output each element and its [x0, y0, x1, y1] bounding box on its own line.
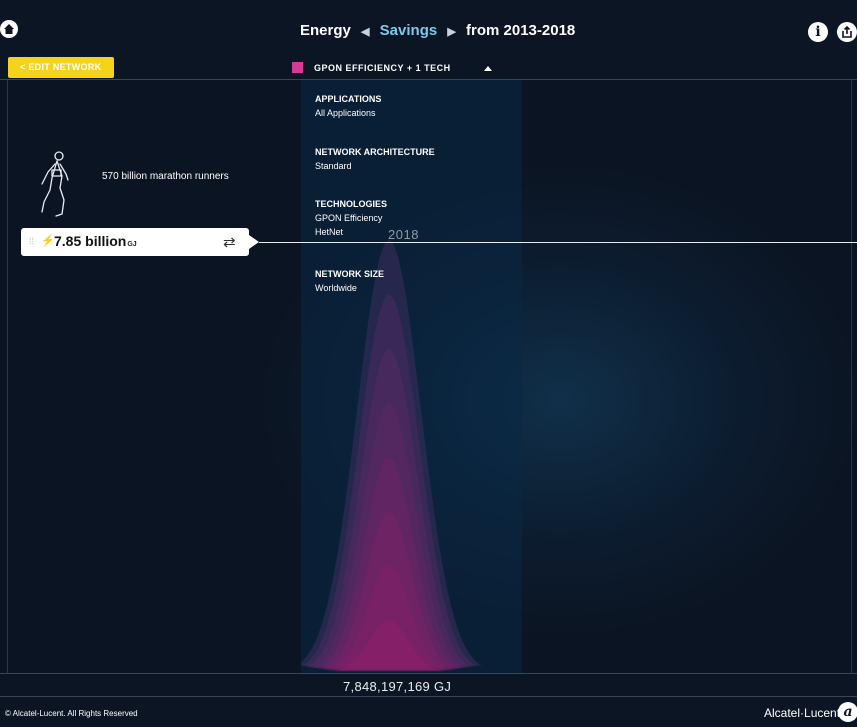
copyright-text: © Alcatel-Lucent. All Rights Reserved	[5, 709, 138, 718]
footer-bar: 7,848,197,169 GJ © Alcatel-Lucent. All R…	[0, 673, 857, 727]
header-bar: Energy ◀ Savings ▶ from 2013-2018 i	[0, 0, 857, 55]
energy-bolt-icon: ⚡	[41, 235, 55, 247]
spec-heading: TECHNOLOGIES	[315, 199, 388, 209]
edit-network-button[interactable]: < EDIT NETWORK	[8, 57, 114, 78]
metric-label: Energy	[300, 22, 351, 39]
info-button[interactable]: i	[808, 22, 828, 42]
brand-name: Alcatel·Lucent	[764, 706, 841, 720]
period-label: from 2013-2018	[466, 22, 576, 39]
left-divider	[7, 80, 8, 673]
home-icon	[4, 24, 14, 34]
share-icon	[842, 25, 852, 38]
value-number: 7.85 billionGJ	[54, 233, 137, 249]
value-guide-line	[259, 242, 857, 243]
spec-heading: APPLICATIONS	[315, 94, 382, 104]
spec-network-size: NETWORK SIZE Worldwide	[315, 269, 384, 293]
value-text: 7.85 billion	[54, 233, 127, 249]
next-mode-arrow[interactable]: ▶	[447, 26, 455, 38]
spec-technologies: TECHNOLOGIES GPON Efficiency HetNet	[315, 199, 387, 237]
drag-handle-icon[interactable]: ⁞⁞	[29, 236, 34, 246]
chart-area: 570 billion marathon runners APPLICATION…	[0, 80, 857, 673]
spec-value: HetNet	[315, 227, 344, 237]
spec-architecture: NETWORK ARCHITECTURE Standard	[315, 147, 435, 171]
spec-value: Standard	[315, 161, 352, 171]
alcatel-lucent-logo-icon: a	[838, 702, 857, 722]
prev-mode-arrow[interactable]: ◀	[361, 26, 369, 38]
year-label: 2018	[388, 227, 419, 242]
footer-divider	[0, 696, 857, 697]
marathon-runner-icon	[41, 151, 69, 217]
swap-comparison-icon[interactable]: ⇄	[223, 233, 236, 251]
spec-value: GPON Efficiency	[315, 213, 383, 223]
collapse-caret-icon[interactable]	[484, 66, 492, 71]
home-button[interactable]	[0, 20, 18, 38]
value-pointer	[249, 235, 259, 249]
page-title: Energy ◀ Savings ▶ from 2013-2018	[300, 22, 575, 39]
legend-label[interactable]: GPON EFFICIENCY + 1 TECH	[314, 63, 451, 73]
spec-applications: APPLICATIONS All Applications	[315, 94, 381, 118]
toolbar: < EDIT NETWORK GPON EFFICIENCY + 1 TECH	[0, 54, 857, 80]
share-button[interactable]	[837, 22, 857, 42]
mode-selector[interactable]: Savings	[380, 22, 438, 39]
spec-value: Worldwide	[315, 283, 357, 293]
right-divider	[851, 80, 852, 673]
spec-value: All Applications	[315, 108, 376, 118]
spec-heading: NETWORK SIZE	[315, 269, 384, 279]
value-readout[interactable]: ⁞⁞ ⚡ 7.85 billionGJ ⇄	[21, 228, 249, 256]
info-icon: i	[815, 24, 821, 40]
total-value: 7,848,197,169 GJ	[343, 679, 452, 694]
legend-swatch	[292, 62, 303, 73]
spec-heading: NETWORK ARCHITECTURE	[315, 147, 435, 157]
value-unit: GJ	[127, 241, 137, 248]
comparison-text: 570 billion marathon runners	[102, 171, 229, 182]
